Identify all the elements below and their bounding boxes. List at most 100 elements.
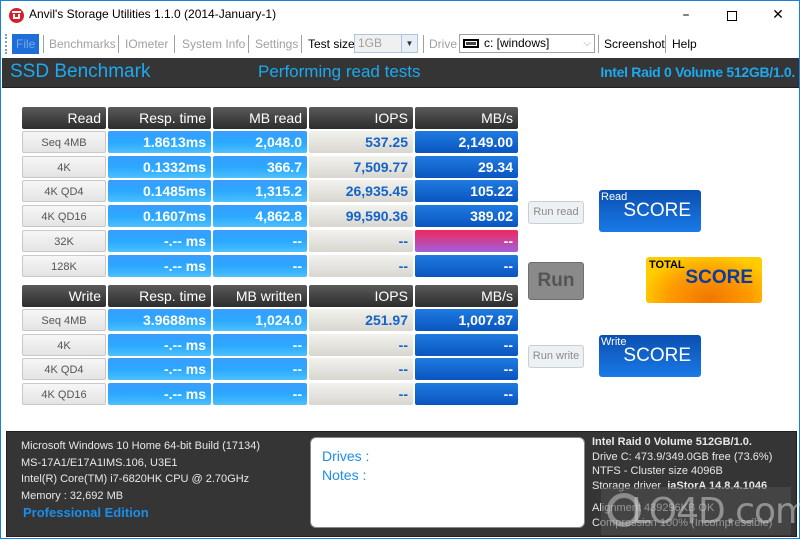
menu-iometer[interactable]: IOmeter: [121, 34, 172, 54]
notes-label: Notes :: [322, 467, 367, 483]
read-score-value: SCORE: [623, 200, 691, 221]
menu-separator: [43, 35, 44, 53]
mbs-cell: 389.02: [415, 205, 518, 227]
resp-time-cell: 1.8613ms: [108, 131, 211, 153]
mb-cell: 2,048.0: [213, 131, 307, 153]
row-label: 4K QD16: [22, 205, 106, 227]
drive-select[interactable]: c: [windows] ⌵: [459, 34, 595, 53]
run-read-button[interactable]: Run read: [528, 201, 584, 224]
menu-settings[interactable]: Settings: [251, 34, 302, 54]
row-label: Seq 4MB: [22, 309, 106, 331]
menu-separator: [301, 35, 302, 53]
menu-separator: [598, 35, 599, 53]
total-score-caption: TOTAL: [649, 259, 685, 271]
window-title: Anvil's Storage Utilities 1.1.0 (2014-Ja…: [29, 7, 277, 21]
mbs-cell: 29.34: [415, 156, 518, 178]
row-label: Seq 4MB: [22, 131, 106, 153]
drives-label: Drives :: [322, 448, 370, 464]
table-header-iops: IOPS: [309, 285, 413, 307]
menu-separator: [118, 35, 119, 53]
mb-cell: 1,024.0: [213, 309, 307, 331]
drive-info-fs: NTFS - Cluster size 4096B: [592, 465, 723, 478]
menu-system-info[interactable]: System Info: [178, 34, 249, 54]
total-score-value: SCORE: [685, 267, 753, 288]
status-text: Performing read tests: [258, 62, 421, 81]
resp-time-cell: -.-- ms: [108, 255, 211, 277]
dropdown-arrow-icon[interactable]: ▼: [401, 35, 417, 52]
mb-cell: --: [213, 334, 307, 356]
minimize-button[interactable]: –: [663, 1, 709, 30]
maximize-icon: [727, 11, 737, 21]
mbs-cell: 1,007.87: [415, 309, 518, 331]
menu-file[interactable]: File: [12, 34, 40, 54]
write-score-panel: Write SCORE: [599, 335, 701, 377]
mb-cell: 4,862.8: [213, 205, 307, 227]
row-label: 128K: [22, 255, 106, 277]
mbs-cell: --: [415, 358, 518, 380]
drive-label: Drive: [429, 37, 458, 51]
app-window: Anvil's Storage Utilities 1.1.0 (2014-Ja…: [0, 0, 800, 539]
resp-time-cell: -.-- ms: [108, 358, 211, 380]
iops-cell: 26,935.45: [309, 180, 413, 202]
iops-cell: --: [309, 230, 413, 252]
os-info: Microsoft Windows 10 Home 64-bit Build (…: [21, 440, 261, 452]
edition-label: Professional Edition: [23, 505, 149, 520]
table-header-mbs: MB/s: [415, 285, 518, 307]
table-header-resp-time: Resp. time: [108, 285, 211, 307]
row-label: 32K: [22, 230, 106, 252]
cpu-info: Intel(R) Core(TM) i7-6820HK CPU @ 2.70GH…: [21, 473, 250, 485]
resp-time-cell: -.-- ms: [108, 383, 211, 405]
notes-box[interactable]: Drives : Notes :: [310, 437, 585, 528]
test-size-value: 1GB: [358, 36, 383, 50]
toolbar-grip[interactable]: [5, 34, 8, 54]
mb-cell: --: [213, 358, 307, 380]
mbs-cell: 2,149.00: [415, 131, 518, 153]
mb-cell: 366.7: [213, 156, 307, 178]
table-header-resp-time: Resp. time: [108, 107, 211, 129]
drive-icon: [463, 39, 479, 48]
mbs-cell: --: [415, 334, 518, 356]
drive-value: c: [windows]: [484, 36, 550, 50]
table-header-label: Read: [22, 107, 106, 129]
run-button[interactable]: Run: [528, 262, 584, 300]
table-header-label: Write: [22, 285, 106, 307]
resp-time-cell: 3.9688ms: [108, 309, 211, 331]
resp-time-cell: 0.1607ms: [108, 205, 211, 227]
mb-cell: --: [213, 383, 307, 405]
row-label: 4K QD4: [22, 358, 106, 380]
table-header-iops: IOPS: [309, 107, 413, 129]
menu-separator: [174, 35, 175, 53]
row-label: 4K: [22, 334, 106, 356]
benchmark-header: SSD Benchmark Performing read tests Inte…: [2, 58, 799, 88]
iops-cell: --: [309, 383, 413, 405]
resp-time-cell: 0.1332ms: [108, 156, 211, 178]
page-title: SSD Benchmark: [10, 61, 151, 82]
maximize-button[interactable]: [709, 1, 755, 30]
menu-screenshot[interactable]: Screenshot: [600, 34, 669, 54]
table-header-mbs: MB/s: [415, 107, 518, 129]
resp-time-cell: -.-- ms: [108, 334, 211, 356]
menu-benchmarks[interactable]: Benchmarks: [45, 34, 120, 54]
iops-cell: --: [309, 358, 413, 380]
row-label: 4K: [22, 156, 106, 178]
table-header-mb: MB written: [213, 285, 307, 307]
menu-bar: File Benchmarks IOmeter System Info Sett…: [1, 30, 799, 57]
anvil-app-icon: [9, 8, 24, 23]
iops-cell: 537.25: [309, 131, 413, 153]
memory-info: Memory : 32,692 MB: [21, 489, 124, 502]
system-info: Microsoft Windows 10 Home 64-bit Build (…: [21, 438, 260, 504]
close-button[interactable]: ✕: [755, 1, 800, 30]
mbs-cell: --: [415, 255, 518, 277]
test-size-select[interactable]: 1GB ▼: [354, 34, 418, 53]
resp-time-cell: 0.1485ms: [108, 180, 211, 202]
chevron-down-icon[interactable]: ⌵: [583, 35, 591, 52]
menu-help[interactable]: Help: [668, 34, 701, 54]
mbs-cell: --: [415, 230, 518, 252]
run-write-button[interactable]: Run write: [528, 345, 584, 368]
iops-cell: 251.97: [309, 309, 413, 331]
row-label: 4K QD16: [22, 383, 106, 405]
iops-cell: --: [309, 255, 413, 277]
write-score-value: SCORE: [623, 345, 691, 366]
menu-separator: [665, 35, 666, 53]
read-score-panel: Read SCORE: [599, 190, 701, 232]
